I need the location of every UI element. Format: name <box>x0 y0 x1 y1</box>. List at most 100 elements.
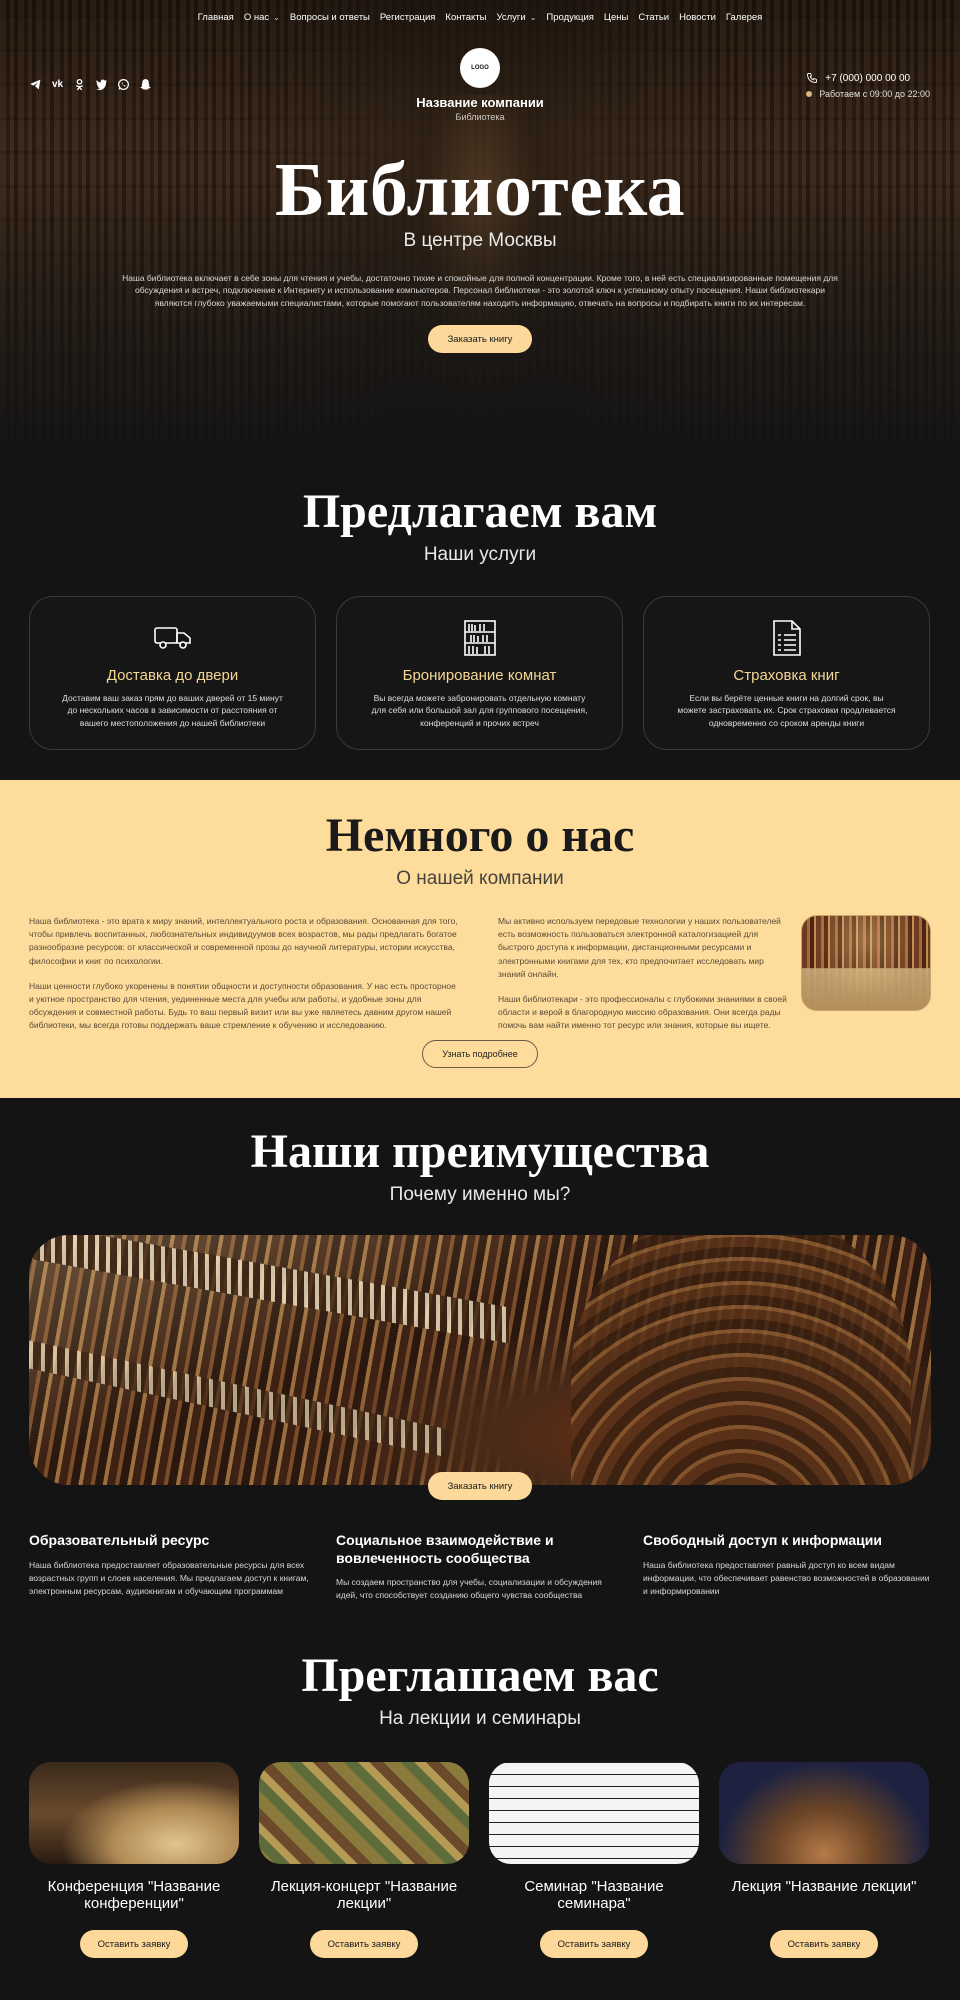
nav-item-services-label: Услуги <box>496 12 526 23</box>
nav-item-gallery[interactable]: Галерея <box>726 12 762 23</box>
advantages-list: Образовательный ресурс Наша библиотека п… <box>29 1532 930 1602</box>
document-icon <box>644 619 929 657</box>
twitter-icon[interactable] <box>95 78 108 91</box>
delivery-truck-icon <box>30 619 315 657</box>
snapchat-icon[interactable] <box>139 78 152 91</box>
services-subtitle: Наши услуги <box>423 544 537 565</box>
advantage-item: Социальное взаимодействие и вовлеченност… <box>336 1532 623 1602</box>
library-hall-photo <box>801 915 931 1011</box>
order-book-button-secondary[interactable]: Заказать книгу <box>428 1472 532 1500</box>
phone-row[interactable]: +7 (000) 000 00 00 <box>806 72 930 84</box>
nav-item-services[interactable]: Услуги ⌄ <box>496 12 536 23</box>
nav-item-registration[interactable]: Регистрация <box>380 12 436 23</box>
hero-title: Библиотека <box>274 148 686 232</box>
working-hours: Работаем с 09:00 до 22:00 <box>819 89 930 99</box>
services-title: Предлагаем вам <box>302 485 658 538</box>
advantage-title: Свободный доступ к информации <box>643 1532 882 1548</box>
bookshelf-icon <box>337 619 622 657</box>
hours-row: Работаем с 09:00 до 22:00 <box>806 89 930 99</box>
whatsapp-icon[interactable] <box>117 78 130 91</box>
contacts-block: +7 (000) 000 00 00 Работаем с 09:00 до 2… <box>806 72 930 104</box>
ok-icon[interactable] <box>73 78 86 91</box>
social-links: vk <box>29 78 152 91</box>
photo-balcony-rail <box>29 1340 449 1458</box>
event-photo-lecture-hall <box>719 1762 929 1864</box>
about-column-right: Мы активно используем передовые технолог… <box>498 915 788 1044</box>
about-columns: Наша библиотека - это врата к миру знани… <box>29 915 931 1044</box>
event-title: Лекция "Название лекции" <box>731 1878 917 1895</box>
nav-item-articles[interactable]: Статьи <box>638 12 669 23</box>
advantages-subtitle: Почему именно мы? <box>389 1184 571 1205</box>
service-card-booking[interactable]: Бронирование комнат Вы всегда можете заб… <box>336 596 623 750</box>
services-cards: Доставка до двери Доставим ваш заказ пря… <box>29 596 930 750</box>
about-paragraph: Наша библиотека - это врата к миру знани… <box>29 916 458 966</box>
invite-header: Преглашаем вас На лекции и семинары <box>0 1652 960 1730</box>
order-book-button[interactable]: Заказать книгу <box>428 325 532 353</box>
advantages-library-photo <box>29 1235 931 1485</box>
advantage-item: Образовательный ресурс Наша библиотека п… <box>29 1532 316 1602</box>
nav-item-contacts[interactable]: Контакты <box>445 12 486 23</box>
nav-item-about[interactable]: О нас ⌄ <box>244 12 280 23</box>
hero-section: Главная О нас ⌄ Вопросы и ответы Регистра… <box>0 0 960 460</box>
about-paragraph: Наши ценности глубоко укоренены в поняти… <box>29 980 456 1031</box>
event-title: Семинар "Название семинара" <box>524 1878 664 1913</box>
services-section: Предлагаем вам Наши услуги <box>0 488 960 566</box>
nav-item-news[interactable]: Новости <box>679 12 716 23</box>
about-paragraph: Наши библиотекари - это профессионалы с … <box>498 993 787 1031</box>
advantage-text: Наша библиотека предоставляет образовате… <box>29 1559 309 1596</box>
invite-title: Преглашаем вас <box>301 1649 659 1702</box>
apply-button[interactable]: Оставить заявку <box>310 1930 418 1958</box>
service-card-title: Доставка до двери <box>106 667 239 684</box>
nav-item-prices[interactable]: Цены <box>604 12 628 23</box>
event-card: Лекция "Название лекции" Оставить заявку <box>719 1762 929 1958</box>
hero-description: Наша библиотека включает в себе зоны для… <box>122 273 838 308</box>
events-list: Конференция "Название конференции" Остав… <box>29 1762 929 1958</box>
telegram-icon[interactable] <box>29 78 42 91</box>
hero-subtitle: В центре Москвы <box>403 230 557 251</box>
about-subtitle: О нашей компании <box>396 868 564 889</box>
apply-button[interactable]: Оставить заявку <box>540 1930 648 1958</box>
event-photo-books <box>29 1762 239 1864</box>
learn-more-button[interactable]: Узнать подробнее <box>422 1040 538 1068</box>
event-photo-sheet-music <box>489 1762 699 1864</box>
service-card-text: Если вы берёте ценные книги на долгий ср… <box>677 693 896 728</box>
company-subtitle: Библиотека <box>455 112 505 122</box>
apply-button[interactable]: Оставить заявку <box>770 1930 878 1958</box>
advantage-title: Образовательный ресурс <box>29 1532 210 1548</box>
vk-icon[interactable]: vk <box>51 78 64 91</box>
service-card-delivery[interactable]: Доставка до двери Доставим ваш заказ пря… <box>29 596 316 750</box>
status-dot-icon <box>806 91 813 97</box>
about-title: Немного о нас <box>325 809 635 862</box>
company-logo[interactable]: LOGO <box>460 48 500 88</box>
event-card: Семинар "Название семинара" Оставить зая… <box>489 1762 699 1958</box>
phone-number[interactable]: +7 (000) 000 00 00 <box>825 73 910 84</box>
invite-subtitle: На лекции и семинары <box>379 1708 581 1729</box>
service-card-insurance[interactable]: Страховка книг Если вы берёте ценные кни… <box>643 596 930 750</box>
service-card-title: Страховка книг <box>733 667 840 684</box>
about-column-left: Наша библиотека - это врата к миру знани… <box>29 915 459 1044</box>
event-card: Конференция "Название конференции" Остав… <box>29 1762 239 1958</box>
service-card-title: Бронирование комнат <box>402 667 557 684</box>
service-card-text: Доставим ваш заказ прям до ваших дверей … <box>62 693 283 728</box>
service-card-text: Вы всегда можете забронировать отдельную… <box>371 693 588 728</box>
photo-balcony-rail <box>29 1235 509 1344</box>
advantages-title: Наши преимущества <box>250 1125 710 1178</box>
advantage-text: Мы создаем пространство для учебы, социа… <box>336 1577 602 1601</box>
advantages-header: Наши преимущества Почему именно мы? <box>0 1128 960 1206</box>
phone-icon <box>807 73 818 83</box>
main-nav: Главная О нас ⌄ Вопросы и ответы Регистра… <box>0 12 960 23</box>
event-title: Лекция-концерт "Название лекции" <box>270 1878 458 1913</box>
nav-item-products[interactable]: Продукция <box>546 12 594 23</box>
chevron-down-icon: ⌄ <box>529 13 537 22</box>
nav-item-faq[interactable]: Вопросы и ответы <box>290 12 370 23</box>
advantage-text: Наша библиотека предоставляет равный дос… <box>643 1559 930 1596</box>
advantage-title: Социальное взаимодействие и вовлеченност… <box>336 1532 554 1566</box>
photo-arch <box>571 1235 911 1485</box>
event-title: Конференция "Название конференции" <box>47 1878 221 1913</box>
about-paragraph: Мы активно используем передовые технолог… <box>498 916 781 979</box>
apply-button[interactable]: Оставить заявку <box>80 1930 188 1958</box>
nav-item-about-label: О нас <box>243 12 270 23</box>
advantage-item: Свободный доступ к информации Наша библи… <box>643 1532 930 1602</box>
event-card: Лекция-концерт "Название лекции" Оставит… <box>259 1762 469 1958</box>
nav-item-home[interactable]: Главная <box>198 12 234 23</box>
